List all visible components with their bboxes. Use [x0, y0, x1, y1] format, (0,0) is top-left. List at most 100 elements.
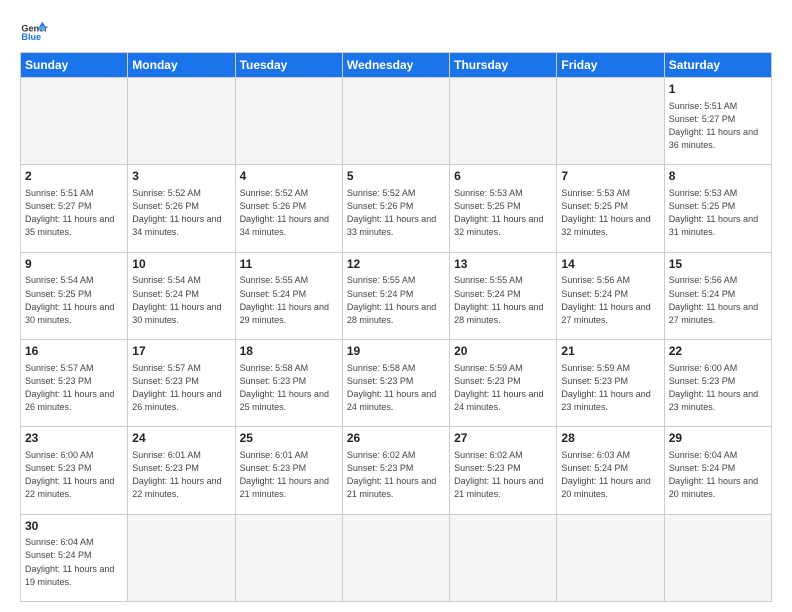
weekday-monday: Monday	[128, 53, 235, 78]
date-number: 19	[347, 343, 445, 360]
calendar-cell: 20 Sunrise: 5:59 AM Sunset: 5:23 PM Dayli…	[450, 339, 557, 426]
day-info: Sunrise: 5:53 AM Sunset: 5:25 PM Dayligh…	[561, 187, 659, 239]
date-number: 9	[25, 256, 123, 273]
date-number: 12	[347, 256, 445, 273]
date-number: 26	[347, 430, 445, 447]
day-info: Sunrise: 5:55 AM Sunset: 5:24 PM Dayligh…	[347, 274, 445, 326]
day-info: Sunrise: 6:03 AM Sunset: 5:24 PM Dayligh…	[561, 449, 659, 501]
calendar-cell: 2 Sunrise: 5:51 AM Sunset: 5:27 PM Daylig…	[21, 165, 128, 252]
day-info: Sunrise: 5:52 AM Sunset: 5:26 PM Dayligh…	[347, 187, 445, 239]
calendar-cell: 8 Sunrise: 5:53 AM Sunset: 5:25 PM Daylig…	[664, 165, 771, 252]
date-number: 3	[132, 168, 230, 185]
weekday-tuesday: Tuesday	[235, 53, 342, 78]
date-number: 7	[561, 168, 659, 185]
day-info: Sunrise: 5:52 AM Sunset: 5:26 PM Dayligh…	[132, 187, 230, 239]
calendar-cell: 7 Sunrise: 5:53 AM Sunset: 5:25 PM Daylig…	[557, 165, 664, 252]
calendar-cell: 16Sunrise: 5:57 AM Sunset: 5:23 PM Dayli…	[21, 339, 128, 426]
date-number: 23	[25, 430, 123, 447]
day-info: Sunrise: 6:02 AM Sunset: 5:23 PM Dayligh…	[454, 449, 552, 501]
calendar-cell: 22Sunrise: 6:00 AM Sunset: 5:23 PM Dayli…	[664, 339, 771, 426]
calendar-cell: 19 Sunrise: 5:58 AM Sunset: 5:23 PM Dayli…	[342, 339, 449, 426]
day-info: Sunrise: 5:57 AM Sunset: 5:23 PM Dayligh…	[132, 362, 230, 414]
day-info: Sunrise: 5:51 AM Sunset: 5:27 PM Dayligh…	[669, 100, 767, 152]
calendar-cell	[557, 78, 664, 165]
calendar-cell: 15Sunrise: 5:56 AM Sunset: 5:24 PM Dayli…	[664, 252, 771, 339]
date-number: 24	[132, 430, 230, 447]
date-number: 1	[669, 81, 767, 98]
day-info: Sunrise: 6:00 AM Sunset: 5:23 PM Dayligh…	[669, 362, 767, 414]
svg-text:Blue: Blue	[21, 32, 41, 42]
calendar-cell	[342, 78, 449, 165]
weekday-thursday: Thursday	[450, 53, 557, 78]
calendar-cell: 27 Sunrise: 6:02 AM Sunset: 5:23 PM Dayli…	[450, 427, 557, 514]
date-number: 2	[25, 168, 123, 185]
date-number: 11	[240, 256, 338, 273]
calendar-cell: 1 Sunrise: 5:51 AM Sunset: 5:27 PM Daylig…	[664, 78, 771, 165]
day-info: Sunrise: 5:59 AM Sunset: 5:23 PM Dayligh…	[561, 362, 659, 414]
weekday-saturday: Saturday	[664, 53, 771, 78]
calendar-cell: 12Sunrise: 5:55 AM Sunset: 5:24 PM Dayli…	[342, 252, 449, 339]
calendar-cell: 13Sunrise: 5:55 AM Sunset: 5:24 PM Dayli…	[450, 252, 557, 339]
date-number: 17	[132, 343, 230, 360]
day-info: Sunrise: 5:58 AM Sunset: 5:23 PM Dayligh…	[240, 362, 338, 414]
day-info: Sunrise: 5:56 AM Sunset: 5:24 PM Dayligh…	[561, 274, 659, 326]
calendar-cell: 6Sunrise: 5:53 AM Sunset: 5:25 PM Daylig…	[450, 165, 557, 252]
day-info: Sunrise: 5:55 AM Sunset: 5:24 PM Dayligh…	[454, 274, 552, 326]
calendar-cell: 24 Sunrise: 6:01 AM Sunset: 5:23 PM Dayli…	[128, 427, 235, 514]
weekday-friday: Friday	[557, 53, 664, 78]
date-number: 5	[347, 168, 445, 185]
calendar-cell: 11Sunrise: 5:55 AM Sunset: 5:24 PM Dayli…	[235, 252, 342, 339]
day-info: Sunrise: 5:54 AM Sunset: 5:24 PM Dayligh…	[132, 274, 230, 326]
logo-icon: General Blue	[20, 16, 48, 44]
calendar-cell: 5 Sunrise: 5:52 AM Sunset: 5:26 PM Daylig…	[342, 165, 449, 252]
day-info: Sunrise: 5:51 AM Sunset: 5:27 PM Dayligh…	[25, 187, 123, 239]
date-number: 27	[454, 430, 552, 447]
calendar-week-3: 9Sunrise: 5:54 AM Sunset: 5:25 PM Daylig…	[21, 252, 772, 339]
calendar-cell	[128, 514, 235, 601]
day-info: Sunrise: 6:04 AM Sunset: 5:24 PM Dayligh…	[25, 536, 123, 588]
calendar-cell	[21, 78, 128, 165]
date-number: 30	[25, 518, 123, 535]
weekday-wednesday: Wednesday	[342, 53, 449, 78]
date-number: 8	[669, 168, 767, 185]
date-number: 6	[454, 168, 552, 185]
calendar-cell: 21 Sunrise: 5:59 AM Sunset: 5:23 PM Dayli…	[557, 339, 664, 426]
day-info: Sunrise: 5:55 AM Sunset: 5:24 PM Dayligh…	[240, 274, 338, 326]
weekday-sunday: Sunday	[21, 53, 128, 78]
date-number: 20	[454, 343, 552, 360]
date-number: 28	[561, 430, 659, 447]
calendar-cell	[235, 78, 342, 165]
weekday-header-row: SundayMondayTuesdayWednesdayThursdayFrid…	[21, 53, 772, 78]
date-number: 16	[25, 343, 123, 360]
day-info: Sunrise: 5:53 AM Sunset: 5:25 PM Dayligh…	[669, 187, 767, 239]
day-info: Sunrise: 6:00 AM Sunset: 5:23 PM Dayligh…	[25, 449, 123, 501]
date-number: 4	[240, 168, 338, 185]
header: General Blue	[20, 16, 772, 44]
day-info: Sunrise: 6:01 AM Sunset: 5:23 PM Dayligh…	[132, 449, 230, 501]
day-info: Sunrise: 5:58 AM Sunset: 5:23 PM Dayligh…	[347, 362, 445, 414]
calendar-cell: 23 Sunrise: 6:00 AM Sunset: 5:23 PM Dayli…	[21, 427, 128, 514]
calendar-cell: 28 Sunrise: 6:03 AM Sunset: 5:24 PM Dayli…	[557, 427, 664, 514]
calendar-cell: 26 Sunrise: 6:02 AM Sunset: 5:23 PM Dayli…	[342, 427, 449, 514]
calendar-cell: 17 Sunrise: 5:57 AM Sunset: 5:23 PM Dayli…	[128, 339, 235, 426]
calendar-cell: 10Sunrise: 5:54 AM Sunset: 5:24 PM Dayli…	[128, 252, 235, 339]
calendar-cell	[128, 78, 235, 165]
day-info: Sunrise: 6:01 AM Sunset: 5:23 PM Dayligh…	[240, 449, 338, 501]
day-info: Sunrise: 5:59 AM Sunset: 5:23 PM Dayligh…	[454, 362, 552, 414]
calendar-table: SundayMondayTuesdayWednesdayThursdayFrid…	[20, 52, 772, 602]
date-number: 25	[240, 430, 338, 447]
calendar-cell: 25 Sunrise: 6:01 AM Sunset: 5:23 PM Dayli…	[235, 427, 342, 514]
day-info: Sunrise: 6:02 AM Sunset: 5:23 PM Dayligh…	[347, 449, 445, 501]
date-number: 21	[561, 343, 659, 360]
date-number: 15	[669, 256, 767, 273]
calendar-cell	[450, 78, 557, 165]
calendar-week-6: 30Sunrise: 6:04 AM Sunset: 5:24 PM Dayli…	[21, 514, 772, 601]
day-info: Sunrise: 5:52 AM Sunset: 5:26 PM Dayligh…	[240, 187, 338, 239]
logo: General Blue	[20, 16, 48, 44]
calendar-cell: 4 Sunrise: 5:52 AM Sunset: 5:26 PM Daylig…	[235, 165, 342, 252]
calendar-cell: 18Sunrise: 5:58 AM Sunset: 5:23 PM Dayli…	[235, 339, 342, 426]
day-info: Sunrise: 5:56 AM Sunset: 5:24 PM Dayligh…	[669, 274, 767, 326]
calendar-cell	[557, 514, 664, 601]
page: General Blue SundayMondayTuesdayWednesda…	[0, 0, 792, 612]
calendar-cell: 29Sunrise: 6:04 AM Sunset: 5:24 PM Dayli…	[664, 427, 771, 514]
